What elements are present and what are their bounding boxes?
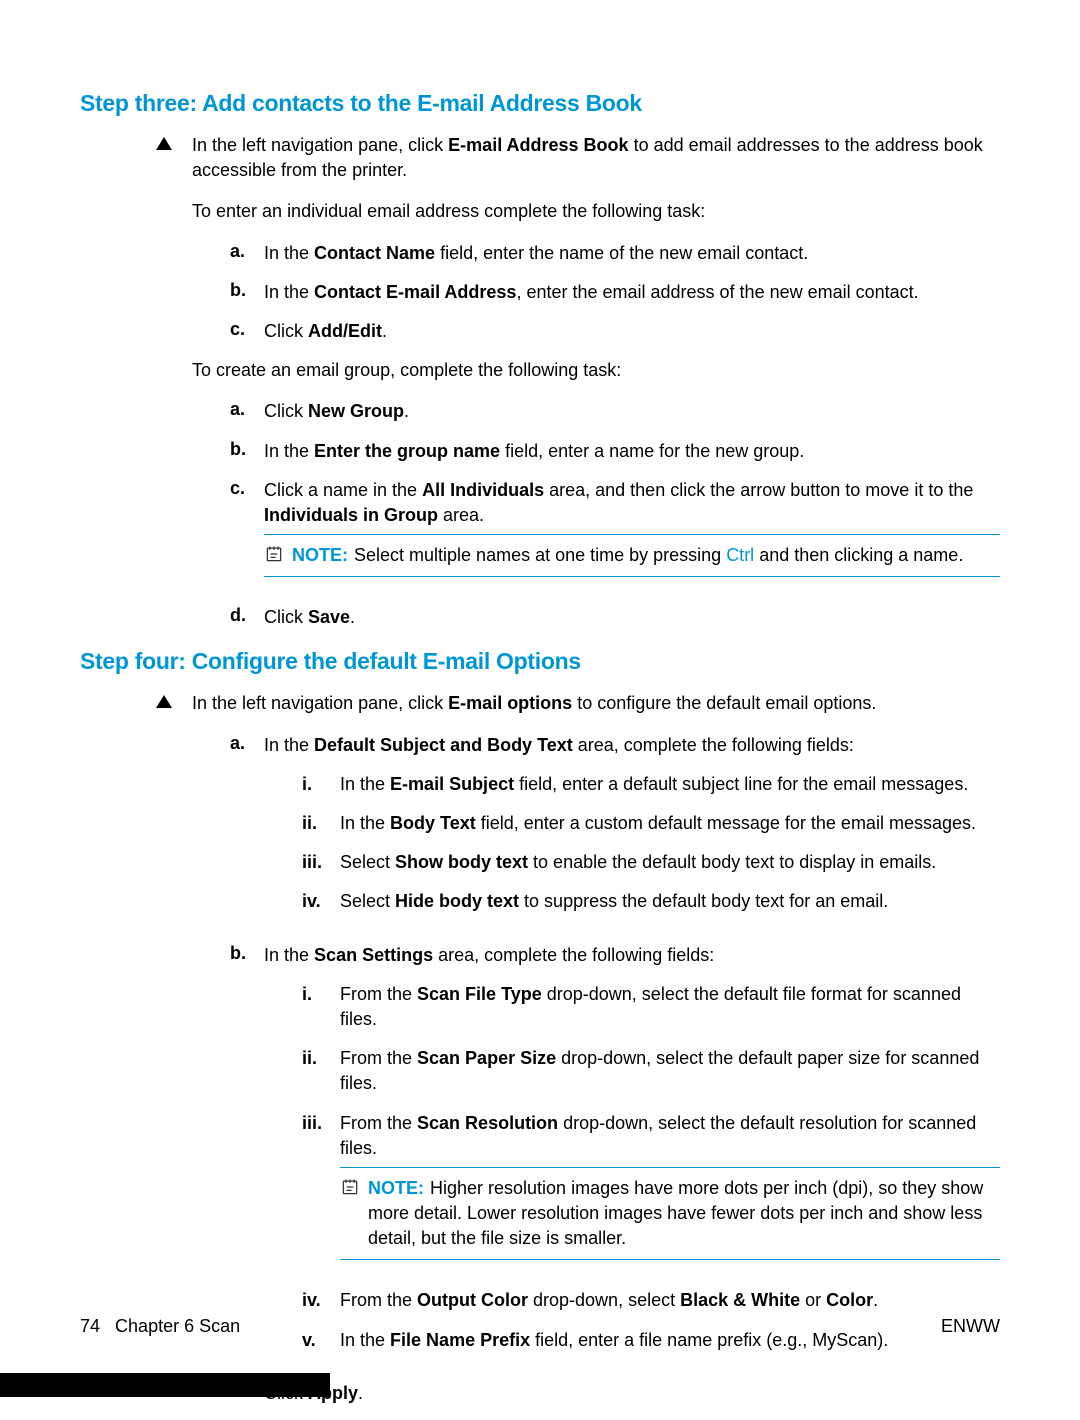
page-number: 74: [80, 1316, 100, 1336]
step3-task1-list: a.In the Contact Name field, enter the n…: [230, 241, 1000, 345]
step4-content: In the left navigation pane, click E-mai…: [156, 691, 1000, 1420]
step3-note: NOTE:Select multiple names at one time b…: [264, 534, 1000, 577]
chapter-label: Chapter 6 Scan: [115, 1316, 240, 1336]
step3-task1-intro: To enter an individual email address com…: [192, 199, 1000, 224]
step4-heading: Step four: Configure the default E-mail …: [80, 648, 1000, 675]
document-page: Step three: Add contacts to the E-mail A…: [0, 0, 1080, 1420]
step3-heading: Step three: Add contacts to the E-mail A…: [80, 90, 1000, 117]
page-footer: 74 Chapter 6 Scan ENWW: [80, 1316, 1000, 1337]
step3-task2-intro: To create an email group, complete the f…: [192, 358, 1000, 383]
triangle-bullet-icon: [156, 137, 172, 150]
redaction-bar: [0, 1373, 330, 1397]
step3-task2-list: a.Click New Group. b.In the Enter the gr…: [230, 399, 1000, 630]
note-icon: [340, 1177, 360, 1197]
triangle-bullet-icon: [156, 695, 172, 708]
step4-note: NOTE:Higher resolution images have more …: [340, 1167, 1000, 1261]
footer-right: ENWW: [941, 1316, 1000, 1337]
step3-content: In the left navigation pane, click E-mai…: [156, 133, 1000, 644]
step3-intro: In the left navigation pane, click E-mai…: [192, 133, 1000, 183]
step4-list: a. In the Default Subject and Body Text …: [230, 733, 1000, 1406]
note-icon: [264, 544, 284, 564]
step4-intro: In the left navigation pane, click E-mai…: [192, 691, 1000, 716]
